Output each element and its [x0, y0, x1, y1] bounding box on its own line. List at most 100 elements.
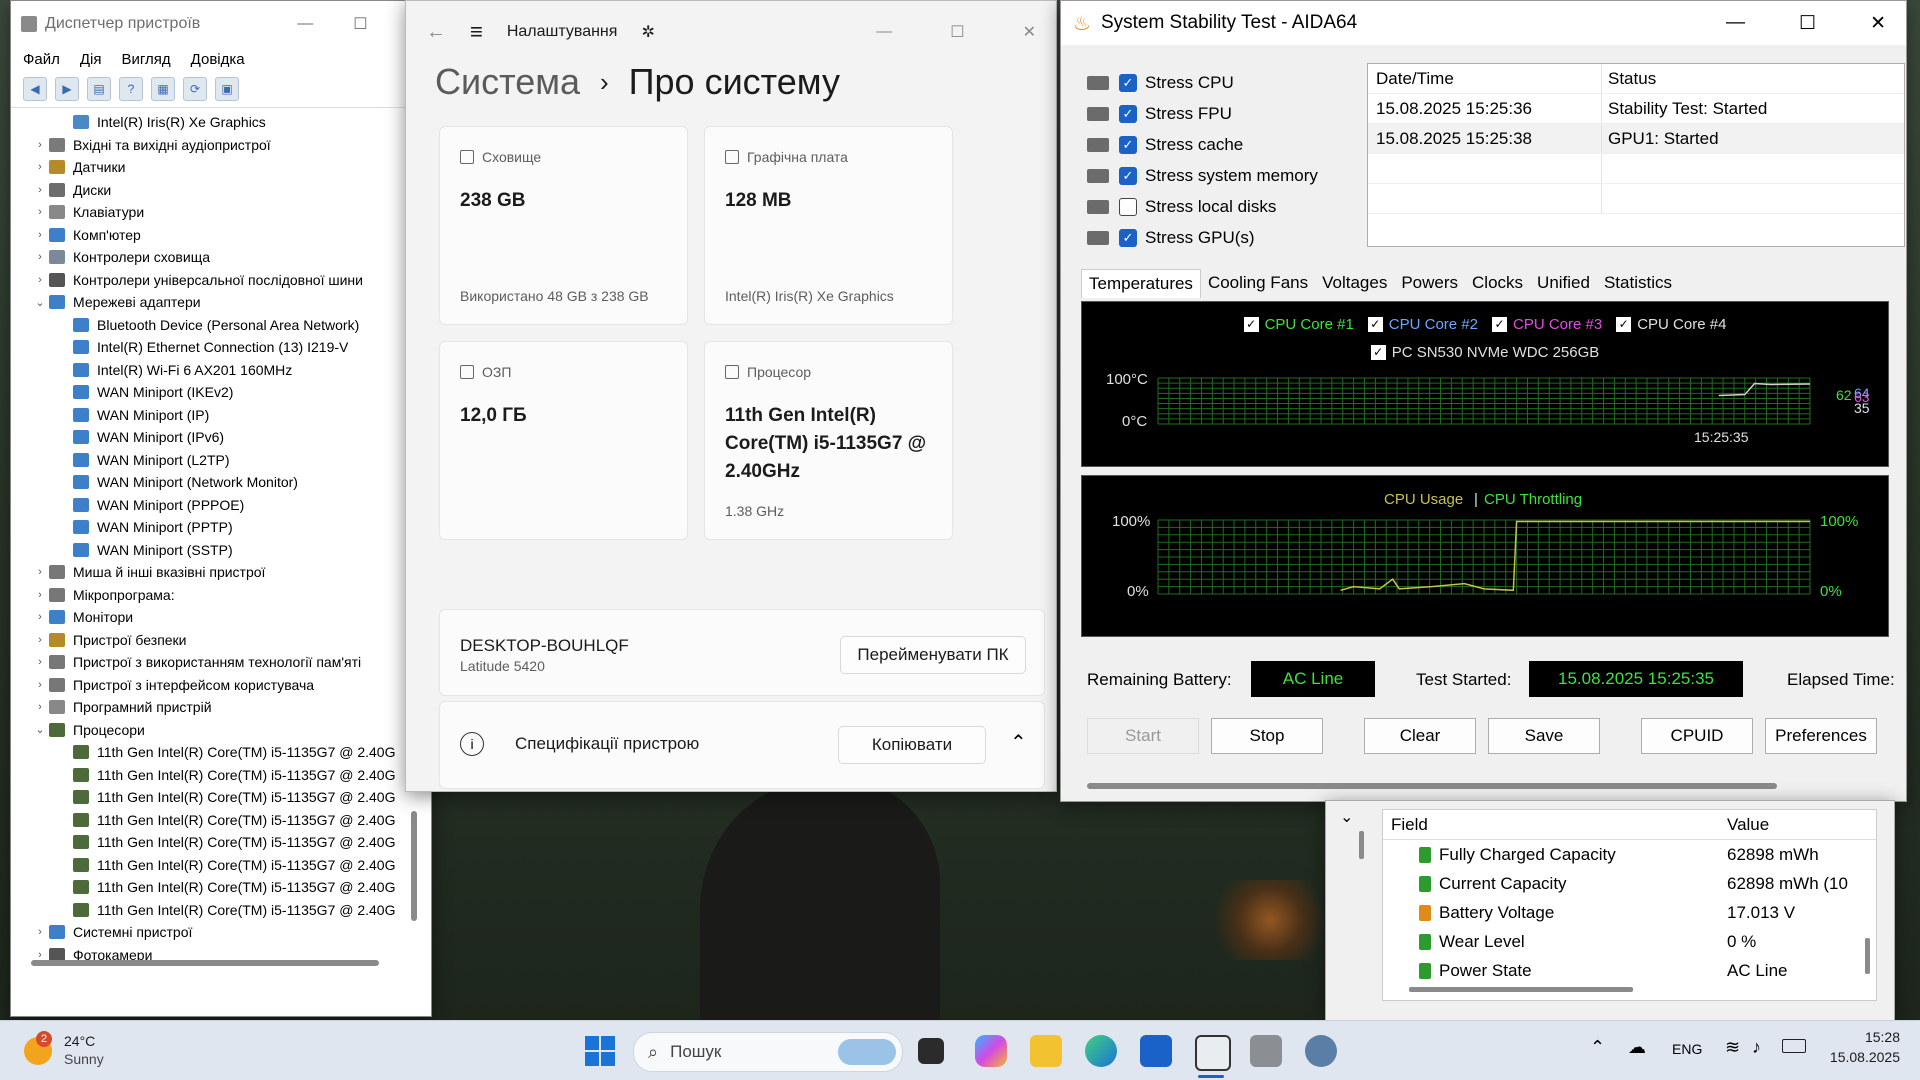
menu-help[interactable]: Довідка: [191, 51, 245, 68]
minimize-icon[interactable]: —: [1726, 12, 1745, 34]
header-field[interactable]: Field: [1383, 815, 1721, 835]
tab-clocks[interactable]: Clocks: [1465, 269, 1530, 298]
tree-item[interactable]: › Контролери сховища: [11, 246, 419, 269]
checkbox-checked[interactable]: ✓: [1119, 167, 1137, 185]
edge-icon[interactable]: [1085, 1035, 1117, 1067]
tree-item[interactable]: Intel(R) Iris(R) Xe Graphics: [11, 111, 419, 134]
battery-panel-scrollbar[interactable]: [1359, 831, 1364, 859]
event-log[interactable]: Date/Time Status 15.08.2025 15:25:36 Sta…: [1367, 63, 1905, 247]
tree-item[interactable]: WAN Miniport (IPv6): [11, 426, 419, 449]
back-arrow-icon[interactable]: ←: [426, 21, 446, 44]
tree-item[interactable]: › Програмний пристрій: [11, 696, 419, 719]
maximize-icon[interactable]: ☐: [353, 14, 367, 34]
tree-item[interactable]: 11th Gen Intel(R) Core(TM) i5-1135G7 @ 2…: [11, 741, 419, 764]
store-icon[interactable]: [1140, 1035, 1172, 1067]
gpu-card[interactable]: Графічна плата 128 MB Intel(R) Iris(R) X…: [704, 126, 953, 325]
checkbox-checked[interactable]: ✓: [1119, 74, 1137, 92]
stress-option[interactable]: ✓ Stress FPU: [1087, 102, 1232, 126]
nav-menu-icon[interactable]: ≡: [470, 19, 483, 45]
checkbox-checked[interactable]: ✓: [1119, 229, 1137, 247]
menu-file[interactable]: Файл: [23, 51, 60, 68]
show-hidden-icons-icon[interactable]: ⌃: [1590, 1037, 1605, 1058]
checkbox-unchecked[interactable]: [1119, 198, 1137, 216]
maximize-icon[interactable]: ☐: [1799, 12, 1816, 35]
expand-arrow-icon[interactable]: ›: [31, 611, 49, 623]
header-value[interactable]: Value: [1721, 815, 1769, 835]
tree-item[interactable]: › Клавіатури: [11, 201, 419, 224]
tree-item[interactable]: Intel(R) Ethernet Connection (13) I219-V: [11, 336, 419, 359]
tree-item[interactable]: › Комп'ютер: [11, 224, 419, 247]
language-indicator[interactable]: ENG: [1672, 1041, 1702, 1057]
help-icon[interactable]: ?: [119, 77, 143, 101]
tab-temperatures[interactable]: Temperatures: [1081, 269, 1201, 298]
tree-item[interactable]: WAN Miniport (PPTP): [11, 516, 419, 539]
expand-arrow-icon[interactable]: ⌄: [31, 723, 49, 736]
expand-arrow-icon[interactable]: ›: [31, 206, 49, 218]
stress-option[interactable]: ✓ Stress system memory: [1087, 164, 1318, 188]
breadcrumb-parent[interactable]: Система: [435, 61, 580, 103]
tree-item[interactable]: WAN Miniport (IP): [11, 404, 419, 427]
tab-voltages[interactable]: Voltages: [1315, 269, 1394, 298]
start-button[interactable]: Start: [1087, 718, 1199, 754]
minimize-icon[interactable]: —: [876, 23, 892, 41]
properties-icon[interactable]: ▤: [87, 77, 111, 101]
tab-unified[interactable]: Unified: [1530, 269, 1597, 298]
settings-taskbar-icon[interactable]: [1305, 1035, 1337, 1067]
cpu-card[interactable]: Процесор 11th Gen Intel(R) Core(TM) i5-1…: [704, 341, 953, 540]
tree-item[interactable]: ⌄ Процесори: [11, 719, 419, 742]
tree-item[interactable]: › Датчики: [11, 156, 419, 179]
battery-row[interactable]: Wear Level 0 %: [1383, 927, 1876, 956]
tree-item[interactable]: Bluetooth Device (Personal Area Network): [11, 314, 419, 337]
tree-item[interactable]: 11th Gen Intel(R) Core(TM) i5-1135G7 @ 2…: [11, 786, 419, 809]
battery-row[interactable]: Power State AC Line: [1383, 956, 1876, 985]
weather-widget[interactable]: 2 24°C Sunny: [24, 1031, 144, 1071]
close-icon[interactable]: ✕: [1870, 12, 1886, 35]
scan-hardware-icon[interactable]: ▣: [215, 77, 239, 101]
expand-arrow-icon[interactable]: ⌄: [31, 296, 49, 309]
ram-card[interactable]: ОЗП 12,0 ГБ: [439, 341, 688, 540]
stress-option[interactable]: ✓ Stress GPU(s): [1087, 226, 1255, 250]
device-manager-taskbar-icon[interactable]: [1250, 1035, 1282, 1067]
save-button[interactable]: Save: [1488, 718, 1600, 754]
stress-option[interactable]: ✓ Stress CPU: [1087, 71, 1234, 95]
expand-arrow-icon[interactable]: ›: [31, 656, 49, 668]
cpuid-button[interactable]: CPUID: [1641, 718, 1753, 754]
tree-item[interactable]: Intel(R) Wi-Fi 6 AX201 160MHz: [11, 359, 419, 382]
log-header-datetime[interactable]: Date/Time: [1368, 64, 1602, 93]
tree-item[interactable]: › Системні пристрої: [11, 921, 419, 944]
minimize-icon[interactable]: —: [297, 15, 313, 33]
tree-item[interactable]: › Миша й інші вказівні пристрої: [11, 561, 419, 584]
forward-icon[interactable]: ▶: [55, 77, 79, 101]
storage-card[interactable]: Сховище 238 GB Використано 48 GB з 238 G…: [439, 126, 688, 325]
update-driver-icon[interactable]: ⟳: [183, 77, 207, 101]
tree-item[interactable]: WAN Miniport (SSTP): [11, 539, 419, 562]
expand-arrow-icon[interactable]: ›: [31, 161, 49, 173]
task-view-icon[interactable]: [918, 1038, 944, 1064]
device-specs-card[interactable]: i Специфікації пристрою Копіювати ⌃: [439, 701, 1045, 789]
tree-item[interactable]: 11th Gen Intel(R) Core(TM) i5-1135G7 @ 2…: [11, 854, 419, 877]
horizontal-scrollbar[interactable]: [31, 960, 379, 966]
log-header-status[interactable]: Status: [1602, 69, 1656, 89]
vertical-scrollbar[interactable]: [411, 811, 417, 921]
expand-arrow-icon[interactable]: ›: [31, 589, 49, 601]
checkbox-checked[interactable]: ✓: [1119, 136, 1137, 154]
tree-item[interactable]: › Пристрої безпеки: [11, 629, 419, 652]
tree-item[interactable]: 11th Gen Intel(R) Core(TM) i5-1135G7 @ 2…: [11, 899, 419, 922]
expand-chevron-icon[interactable]: ⌄: [1340, 807, 1353, 827]
tab-cooling-fans[interactable]: Cooling Fans: [1201, 269, 1315, 298]
maximize-icon[interactable]: ☐: [950, 22, 964, 42]
expand-arrow-icon[interactable]: ›: [31, 251, 49, 263]
battery-row[interactable]: Battery Voltage 17.013 V: [1383, 898, 1876, 927]
battery-vscroll[interactable]: [1865, 938, 1870, 974]
tree-item[interactable]: › Диски: [11, 179, 419, 202]
aida64-taskbar-icon[interactable]: [1195, 1035, 1231, 1071]
tab-powers[interactable]: Powers: [1394, 269, 1465, 298]
clear-button[interactable]: Clear: [1364, 718, 1476, 754]
tree-item[interactable]: 11th Gen Intel(R) Core(TM) i5-1135G7 @ 2…: [11, 764, 419, 787]
tree-item[interactable]: WAN Miniport (L2TP): [11, 449, 419, 472]
tree-item[interactable]: › Монітори: [11, 606, 419, 629]
expand-arrow-icon[interactable]: ›: [31, 926, 49, 938]
preferences-button[interactable]: Preferences: [1765, 718, 1877, 754]
stress-option[interactable]: ✓ Stress cache: [1087, 133, 1243, 157]
onedrive-icon[interactable]: ☁: [1628, 1037, 1646, 1058]
